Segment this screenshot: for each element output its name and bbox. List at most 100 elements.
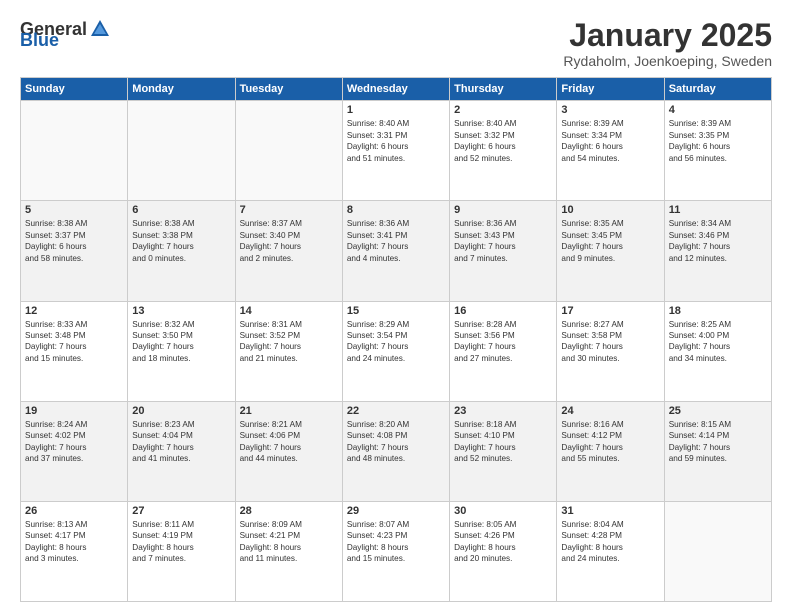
day-number: 1 — [347, 104, 445, 116]
day-number: 6 — [132, 204, 230, 216]
table-row: 23Sunrise: 8:18 AM Sunset: 4:10 PM Dayli… — [450, 401, 557, 501]
table-row: 18 Sunrise: 8:25 AM Sunset: 4:00 PM Dayli… — [664, 301, 771, 401]
day-number: 3 — [561, 104, 659, 116]
table-row: 28 Sunrise: 8:09 AM Sunset: 4:21 PM Dayli… — [235, 501, 342, 601]
day-info: Sunrise: 8:25 AM Sunset: 4:00 PM Dayligh… — [669, 319, 767, 365]
table-row: 27Sunrise: 8:11 AM Sunset: 4:19 PM Dayli… — [128, 501, 235, 601]
table-row: 1 Sunrise: 8:40 AM Sunset: 3:31 PM Daylig… — [342, 101, 449, 201]
day-info: Sunrise: 8:28 AM Sunset: 3:56 PM Dayligh… — [454, 319, 552, 365]
day-info: Sunrise: 8:13 AM Sunset: 4:17 PM Dayligh… — [25, 519, 123, 565]
table-row: 14 Sunrise: 8:31 AM Sunset: 3:52 PM Dayli… — [235, 301, 342, 401]
table-row: 8 Sunrise: 8:36 AM Sunset: 3:41 PM Daylig… — [342, 201, 449, 301]
logo-icon — [89, 18, 111, 40]
day-number: 25 — [669, 405, 767, 417]
table-row: 9 Sunrise: 8:36 AM Sunset: 3:43 PM Daylig… — [450, 201, 557, 301]
day-info: Sunrise: 8:32 AM Sunset: 3:50 PM Dayligh… — [132, 319, 230, 365]
day-info: Sunrise: 8:27 AM Sunset: 3:58 PM Dayligh… — [561, 319, 659, 365]
table-row: 26 Sunrise: 8:13 AM Sunset: 4:17 PM Dayli… — [21, 501, 128, 601]
table-row — [235, 101, 342, 201]
day-info: Sunrise: 8:37 AM Sunset: 3:40 PM Dayligh… — [240, 218, 338, 264]
day-info: Sunrise: 8:36 AM Sunset: 3:43 PM Dayligh… — [454, 218, 552, 264]
calendar-week-row: 12 Sunrise: 8:33 AM Sunset: 3:48 PM Dayli… — [21, 301, 772, 401]
month-title: January 2025 — [563, 18, 772, 53]
day-info: Sunrise: 8:33 AM Sunset: 3:48 PM Dayligh… — [25, 319, 123, 365]
location-title: Rydaholm, Joenkoeping, Sweden — [563, 53, 772, 69]
day-info: Sunrise: 8:38 AM Sunset: 3:37 PM Dayligh… — [25, 218, 123, 264]
day-number: 26 — [25, 505, 123, 517]
header-tuesday: Tuesday — [235, 78, 342, 101]
table-row: 13 Sunrise: 8:32 AM Sunset: 3:50 PM Dayli… — [128, 301, 235, 401]
day-info: Sunrise: 8:21 AM Sunset: 4:06 PM Dayligh… — [240, 419, 338, 465]
day-info: Sunrise: 8:24 AM Sunset: 4:02 PM Dayligh… — [25, 419, 123, 465]
day-info: Sunrise: 8:39 AM Sunset: 3:34 PM Dayligh… — [561, 118, 659, 164]
table-row: 19 Sunrise: 8:24 AM Sunset: 4:02 PM Dayli… — [21, 401, 128, 501]
day-number: 31 — [561, 505, 659, 517]
day-number: 7 — [240, 204, 338, 216]
day-number: 21 — [240, 405, 338, 417]
day-number: 16 — [454, 305, 552, 317]
day-info: Sunrise: 8:16 AM Sunset: 4:12 PM Dayligh… — [561, 419, 659, 465]
day-info: Sunrise: 8:34 AM Sunset: 3:46 PM Dayligh… — [669, 218, 767, 264]
header-friday: Friday — [557, 78, 664, 101]
table-row: 29 Sunrise: 8:07 AM Sunset: 4:23 PM Dayli… — [342, 501, 449, 601]
calendar-week-row: 26 Sunrise: 8:13 AM Sunset: 4:17 PM Dayli… — [21, 501, 772, 601]
day-number: 28 — [240, 505, 338, 517]
table-row: 6 Sunrise: 8:38 AM Sunset: 3:38 PM Daylig… — [128, 201, 235, 301]
day-info: Sunrise: 8:40 AM Sunset: 3:32 PM Dayligh… — [454, 118, 552, 164]
day-number: 10 — [561, 204, 659, 216]
page: General Blue January 2025 Rydaholm, Joen… — [0, 0, 792, 612]
header-monday: Monday — [128, 78, 235, 101]
header: General Blue January 2025 Rydaholm, Joen… — [20, 18, 772, 69]
day-info: Sunrise: 8:39 AM Sunset: 3:35 PM Dayligh… — [669, 118, 767, 164]
day-info: Sunrise: 8:40 AM Sunset: 3:31 PM Dayligh… — [347, 118, 445, 164]
table-row — [21, 101, 128, 201]
header-wednesday: Wednesday — [342, 78, 449, 101]
table-row: 2 Sunrise: 8:40 AM Sunset: 3:32 PM Daylig… — [450, 101, 557, 201]
logo-area: General Blue — [20, 18, 111, 51]
day-number: 22 — [347, 405, 445, 417]
day-number: 5 — [25, 204, 123, 216]
day-info: Sunrise: 8:07 AM Sunset: 4:23 PM Dayligh… — [347, 519, 445, 565]
table-row: 5 Sunrise: 8:38 AM Sunset: 3:37 PM Daylig… — [21, 201, 128, 301]
day-number: 18 — [669, 305, 767, 317]
calendar: Sunday Monday Tuesday Wednesday Thursday… — [20, 77, 772, 602]
day-number: 29 — [347, 505, 445, 517]
table-row: 30Sunrise: 8:05 AM Sunset: 4:26 PM Dayli… — [450, 501, 557, 601]
day-number: 13 — [132, 305, 230, 317]
table-row: 21 Sunrise: 8:21 AM Sunset: 4:06 PM Dayli… — [235, 401, 342, 501]
table-row — [128, 101, 235, 201]
day-number: 19 — [25, 405, 123, 417]
day-info: Sunrise: 8:29 AM Sunset: 3:54 PM Dayligh… — [347, 319, 445, 365]
day-info: Sunrise: 8:31 AM Sunset: 3:52 PM Dayligh… — [240, 319, 338, 365]
day-info: Sunrise: 8:09 AM Sunset: 4:21 PM Dayligh… — [240, 519, 338, 565]
day-number: 4 — [669, 104, 767, 116]
day-info: Sunrise: 8:05 AM Sunset: 4:26 PM Dayligh… — [454, 519, 552, 565]
header-sunday: Sunday — [21, 78, 128, 101]
table-row: 15Sunrise: 8:29 AM Sunset: 3:54 PM Dayli… — [342, 301, 449, 401]
day-info: Sunrise: 8:38 AM Sunset: 3:38 PM Dayligh… — [132, 218, 230, 264]
day-number: 2 — [454, 104, 552, 116]
table-row: 3 Sunrise: 8:39 AM Sunset: 3:34 PM Daylig… — [557, 101, 664, 201]
day-number: 14 — [240, 305, 338, 317]
table-row: 24 Sunrise: 8:16 AM Sunset: 4:12 PM Dayli… — [557, 401, 664, 501]
day-info: Sunrise: 8:11 AM Sunset: 4:19 PM Dayligh… — [132, 519, 230, 565]
day-info: Sunrise: 8:36 AM Sunset: 3:41 PM Dayligh… — [347, 218, 445, 264]
day-number: 24 — [561, 405, 659, 417]
table-row: 10 Sunrise: 8:35 AM Sunset: 3:45 PM Dayli… — [557, 201, 664, 301]
day-number: 8 — [347, 204, 445, 216]
day-number: 23 — [454, 405, 552, 417]
day-number: 9 — [454, 204, 552, 216]
day-number: 12 — [25, 305, 123, 317]
title-area: January 2025 Rydaholm, Joenkoeping, Swed… — [563, 18, 772, 69]
table-row: 17Sunrise: 8:27 AM Sunset: 3:58 PM Dayli… — [557, 301, 664, 401]
table-row: 20Sunrise: 8:23 AM Sunset: 4:04 PM Dayli… — [128, 401, 235, 501]
calendar-week-row: 1 Sunrise: 8:40 AM Sunset: 3:31 PM Daylig… — [21, 101, 772, 201]
day-info: Sunrise: 8:15 AM Sunset: 4:14 PM Dayligh… — [669, 419, 767, 465]
table-row: 11Sunrise: 8:34 AM Sunset: 3:46 PM Dayli… — [664, 201, 771, 301]
table-row: 22Sunrise: 8:20 AM Sunset: 4:08 PM Dayli… — [342, 401, 449, 501]
table-row: 4 Sunrise: 8:39 AM Sunset: 3:35 PM Daylig… — [664, 101, 771, 201]
day-info: Sunrise: 8:35 AM Sunset: 3:45 PM Dayligh… — [561, 218, 659, 264]
table-row: 12 Sunrise: 8:33 AM Sunset: 3:48 PM Dayli… — [21, 301, 128, 401]
header-saturday: Saturday — [664, 78, 771, 101]
calendar-week-row: 19 Sunrise: 8:24 AM Sunset: 4:02 PM Dayli… — [21, 401, 772, 501]
